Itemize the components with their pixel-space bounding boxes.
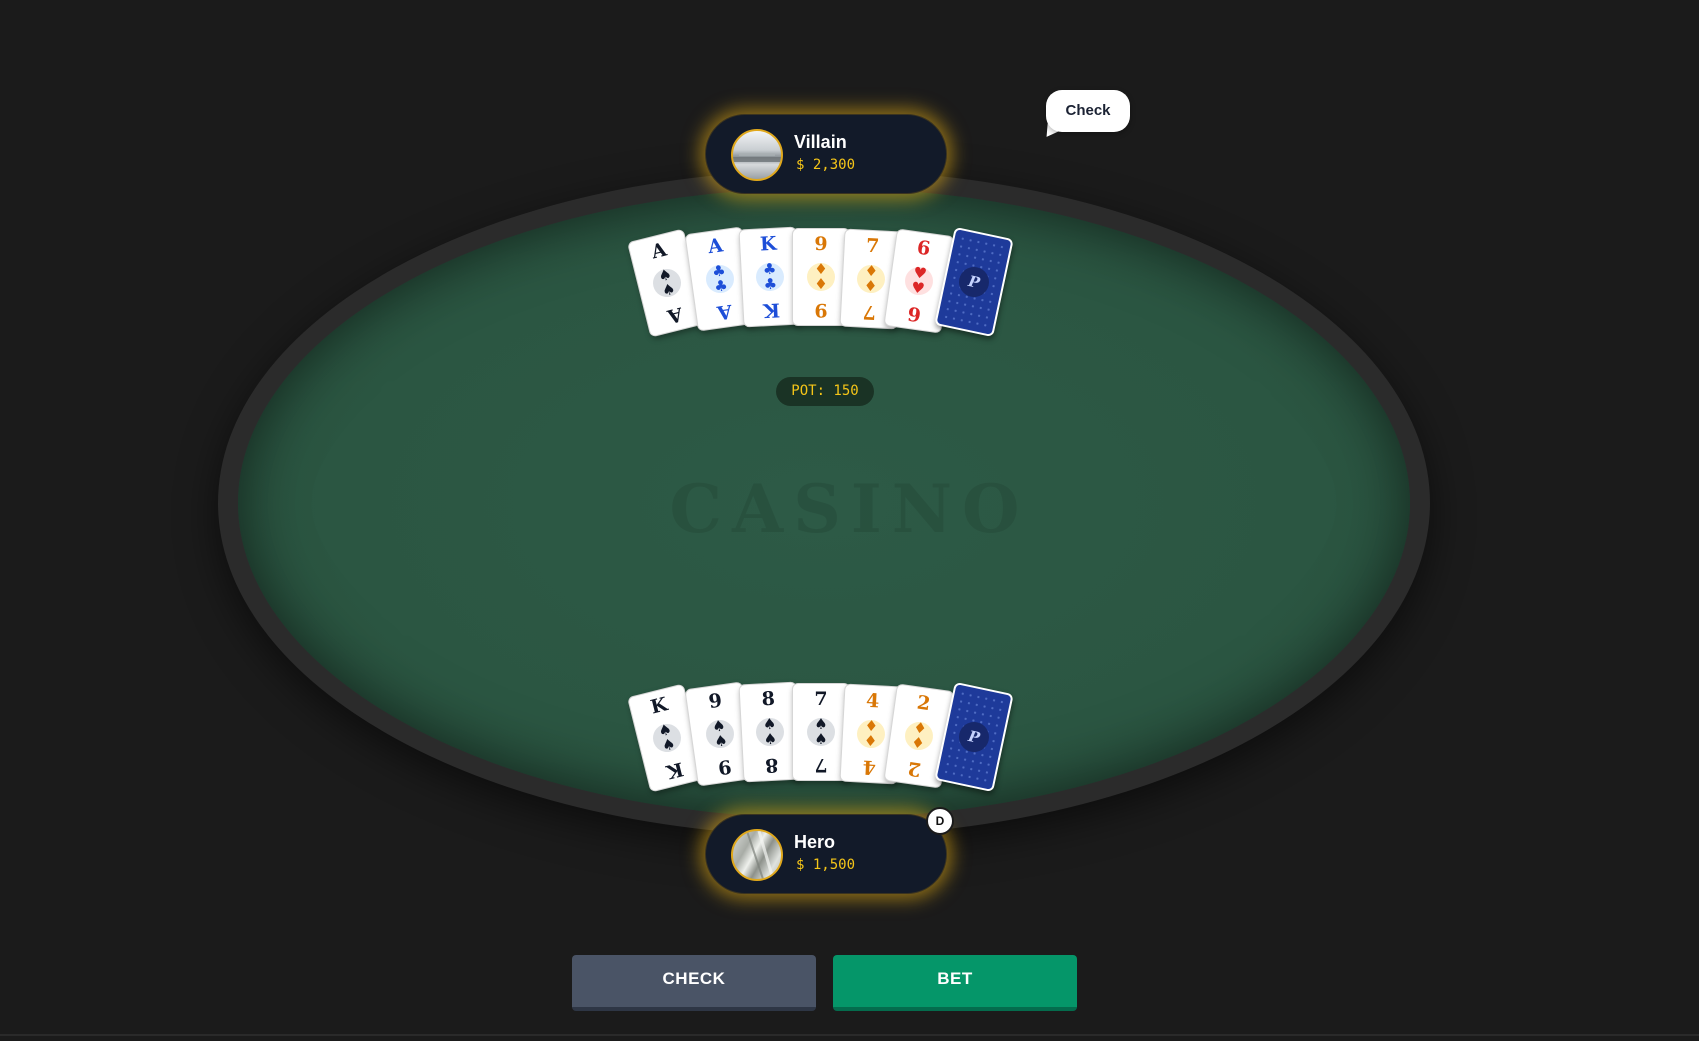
spades-suit-icon: ♠ ♠ bbox=[698, 713, 743, 754]
bottom-divider bbox=[0, 1034, 1699, 1036]
villain-avatar bbox=[731, 129, 783, 181]
table-watermark: CASINO bbox=[669, 470, 1030, 548]
hero-stack: $ 1,500 bbox=[796, 857, 856, 873]
villain-stack: $ 2,300 bbox=[796, 157, 856, 173]
spades-suit-icon: ♠ ♠ bbox=[749, 713, 791, 751]
diamonds-suit-icon: ♦ ♦ bbox=[897, 715, 942, 756]
card-rank: 9 bbox=[814, 233, 828, 255]
villain-action-bubble: Check bbox=[1046, 90, 1130, 132]
diamonds-suit-icon: ♦ ♦ bbox=[850, 260, 892, 298]
bet-button[interactable]: BET bbox=[833, 955, 1077, 1011]
card-rank: 8 bbox=[761, 687, 776, 711]
hero-name: Hero bbox=[794, 832, 836, 852]
card-rank: K bbox=[759, 232, 778, 256]
card-rank: 9 bbox=[707, 689, 724, 714]
check-button[interactable]: CHECK bbox=[572, 955, 816, 1011]
villain-seat: Villain $ 2,300 bbox=[705, 114, 947, 194]
poker-table-screen: CASINO A ♠ ♠ A A ♣ ♣ A K ♣ ♣ K 9 ♦ ♦ 9 7 ♦ ♦ 7 6 ♥ ♥ 6 P POT: 15… bbox=[0, 0, 1699, 1041]
hearts-suit-icon: ♥ ♥ bbox=[897, 260, 942, 301]
card-rank-inverted: 6 bbox=[906, 301, 923, 326]
card-rank-inverted: 2 bbox=[906, 756, 923, 781]
villain-name: Villain bbox=[794, 132, 847, 152]
clubs-suit-icon: ♣ ♣ bbox=[698, 258, 743, 299]
spades-suit-icon: ♠ ♠ bbox=[643, 716, 691, 761]
diamonds-suit-icon: ♦ ♦ bbox=[801, 259, 841, 295]
hero-seat: Hero $ 1,500 bbox=[705, 814, 947, 894]
card-rank: 6 bbox=[915, 236, 932, 261]
spades-suit-icon: ♠ ♠ bbox=[643, 261, 691, 306]
card-rank: 2 bbox=[915, 691, 932, 716]
dealer-button: D bbox=[926, 807, 954, 835]
hero-avatar bbox=[731, 829, 783, 881]
spades-suit-icon: ♠ ♠ bbox=[801, 714, 841, 750]
card-rank: A bbox=[706, 234, 725, 259]
card-rank: 7 bbox=[814, 688, 828, 710]
pot-display: POT: 150 bbox=[776, 377, 874, 406]
diamonds-suit-icon: ♦ ♦ bbox=[850, 715, 892, 753]
clubs-suit-icon: ♣ ♣ bbox=[749, 258, 791, 296]
